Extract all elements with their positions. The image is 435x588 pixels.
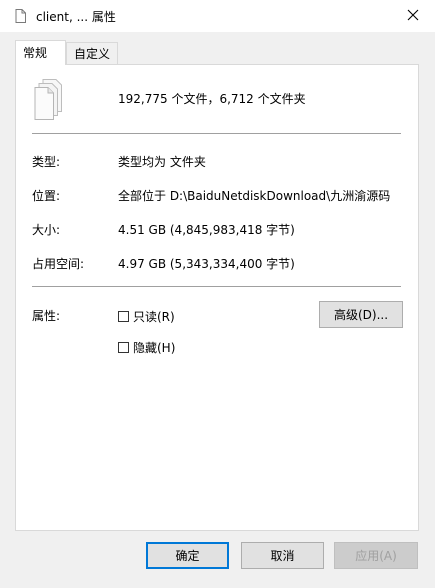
- location-value: 全部位于 D:\BaiduNetdiskDownload\九洲渝源码: [118, 189, 391, 203]
- advanced-button[interactable]: 高级(D)...: [319, 301, 403, 328]
- size-label: 大小:: [32, 223, 61, 237]
- location-label: 位置:: [32, 189, 61, 203]
- hidden-checkbox[interactable]: 隐藏(H): [118, 339, 175, 356]
- ok-button[interactable]: 确定: [146, 542, 229, 569]
- type-value: 类型均为 文件夹: [118, 155, 206, 169]
- close-icon: [407, 9, 419, 21]
- size-value: 4.51 GB (4,845,983,418 字节): [118, 223, 295, 237]
- disk-size-label: 占用空间:: [32, 257, 85, 271]
- readonly-checkbox-label: 只读(R): [133, 310, 175, 324]
- general-panel: [15, 64, 419, 531]
- multiple-files-icon: [34, 79, 62, 120]
- close-button[interactable]: [398, 2, 428, 28]
- disk-size-value: 4.97 GB (5,343,334,400 字节): [118, 257, 295, 271]
- hidden-checkbox-box[interactable]: [118, 342, 129, 353]
- divider: [32, 286, 401, 287]
- cancel-button[interactable]: 取消: [241, 542, 324, 569]
- readonly-checkbox[interactable]: 只读(R): [118, 308, 175, 325]
- hidden-checkbox-label: 隐藏(H): [133, 341, 176, 355]
- readonly-checkbox-box[interactable]: [118, 311, 129, 322]
- tab-custom[interactable]: 自定义: [66, 42, 118, 64]
- tab-general[interactable]: 常规: [15, 40, 66, 65]
- window-title: client, ... 属性: [36, 10, 116, 24]
- attributes-label: 属性:: [32, 309, 61, 323]
- divider: [32, 133, 401, 134]
- type-label: 类型:: [32, 155, 61, 169]
- file-count-summary: 192,775 个文件，6,712 个文件夹: [118, 92, 306, 106]
- apply-button[interactable]: 应用(A): [334, 542, 418, 569]
- document-icon: [15, 9, 26, 23]
